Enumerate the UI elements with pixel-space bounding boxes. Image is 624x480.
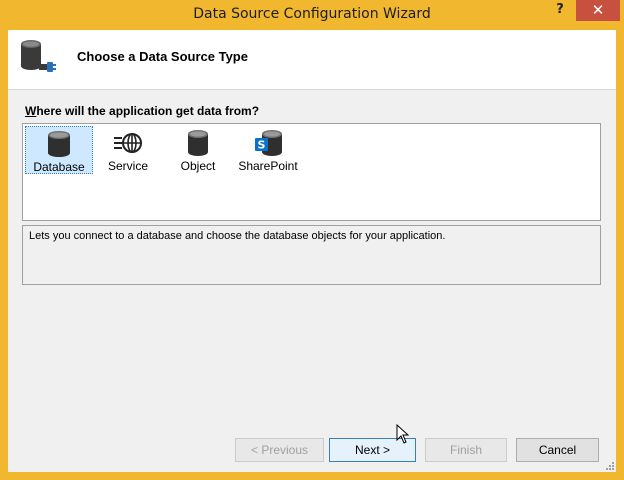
list-item-service[interactable]: Service (94, 126, 162, 174)
window-title: Data Source Configuration Wizard (193, 6, 431, 22)
wizard-body: Choose a Data Source Type Where will the… (8, 30, 616, 472)
description-box: Lets you connect to a database and choos… (22, 225, 601, 285)
cancel-button[interactable]: Cancel (516, 438, 599, 462)
sharepoint-icon: S (255, 130, 282, 156)
list-item-object[interactable]: Object (164, 126, 232, 174)
close-button[interactable]: ✕ (576, 0, 620, 21)
access-key: W (25, 104, 37, 118)
database-icon (48, 131, 70, 157)
item-label: SharePoint (238, 159, 298, 173)
item-label: Service (107, 159, 148, 173)
question-label: Where will the application get data from… (25, 104, 259, 118)
item-label: Database (33, 160, 85, 174)
previous-button[interactable]: < Previous (235, 438, 324, 462)
list-item-database[interactable]: Database (25, 126, 93, 174)
resize-grip-icon[interactable] (604, 460, 614, 470)
title-bar[interactable]: Data Source Configuration Wizard ? ✕ (0, 0, 624, 30)
data-source-list[interactable]: Database Service Object S SharePoint (22, 123, 601, 221)
page-title: Choose a Data Source Type (77, 49, 248, 64)
list-item-sharepoint[interactable]: S SharePoint (234, 126, 302, 174)
mouse-pointer-icon (396, 424, 410, 444)
object-icon (188, 130, 208, 156)
help-button[interactable]: ? (553, 2, 567, 18)
database-connect-icon (21, 40, 56, 72)
service-icon (114, 133, 142, 153)
item-label: Object (180, 159, 216, 173)
svg-text:S: S (258, 139, 266, 152)
finish-button[interactable]: Finish (425, 438, 507, 462)
wizard-header: Choose a Data Source Type (8, 30, 616, 90)
question-text: here will the application get data from? (36, 104, 260, 118)
description-text: Lets you connect to a database and choos… (29, 230, 446, 242)
wizard-window: Data Source Configuration Wizard ? ✕ Cho… (0, 0, 624, 480)
